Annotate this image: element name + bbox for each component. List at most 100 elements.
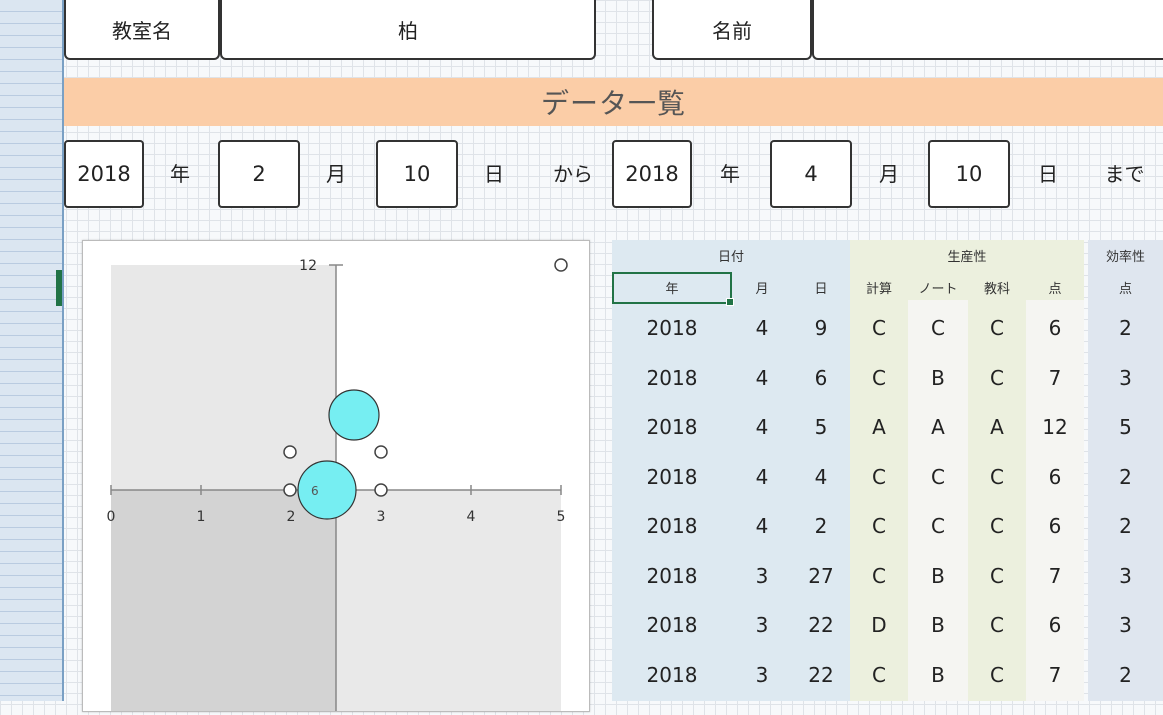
cell-year[interactable]: 2018: [612, 502, 732, 550]
cell-day[interactable]: 22: [792, 601, 850, 649]
cell-note[interactable]: B: [908, 552, 968, 600]
cell-month[interactable]: 3: [734, 552, 790, 600]
cell-eff-score[interactable]: 3: [1088, 552, 1163, 600]
cell-month[interactable]: 3: [734, 601, 790, 649]
class-label-box: 教室名: [64, 0, 220, 60]
cell-eff-score[interactable]: 2: [1088, 304, 1163, 352]
cell-score[interactable]: 7: [1026, 552, 1084, 600]
cell-day[interactable]: 22: [792, 651, 850, 699]
from-year-value: 2018: [77, 162, 131, 186]
day-label-1: 日: [484, 161, 504, 186]
cell-score[interactable]: 12: [1026, 403, 1084, 451]
cell-day[interactable]: 4: [792, 453, 850, 501]
cell-calc[interactable]: C: [850, 354, 908, 402]
cell-score[interactable]: 6: [1026, 304, 1084, 352]
cell-year[interactable]: 2018: [612, 304, 732, 352]
handle-inner-bottom-right[interactable]: [374, 483, 388, 497]
cell-calc[interactable]: A: [850, 403, 908, 451]
year-label-1: 年: [170, 161, 190, 186]
cell-month[interactable]: 4: [734, 403, 790, 451]
cell-month[interactable]: 4: [734, 354, 790, 402]
subheader-note: ノート: [918, 281, 958, 297]
cell-calc[interactable]: C: [850, 502, 908, 550]
cell-year[interactable]: 2018: [612, 552, 732, 600]
cell-textbook[interactable]: C: [968, 601, 1026, 649]
x-tick-label-0: 0: [107, 509, 116, 525]
cell-calc[interactable]: D: [850, 601, 908, 649]
cell-day[interactable]: 2: [792, 502, 850, 550]
cell-textbook[interactable]: C: [968, 552, 1026, 600]
bubble-2[interactable]: [328, 389, 380, 441]
cell-calc[interactable]: C: [850, 651, 908, 699]
to-day-field[interactable]: 10: [928, 140, 1010, 208]
cell-eff-score[interactable]: 2: [1088, 502, 1163, 550]
cell-eff-score[interactable]: 5: [1088, 403, 1163, 451]
cell-note[interactable]: A: [908, 403, 968, 451]
cell-day[interactable]: 27: [792, 552, 850, 600]
group-header-productivity: 生産性: [947, 250, 987, 265]
subheader-textbook: 教科: [983, 281, 1010, 297]
from-month-field[interactable]: 2: [218, 140, 300, 208]
bubble-1[interactable]: [297, 460, 357, 520]
data-table: 日付 生産性 効率性 年 月 日 計算 ノート 教科 点 点 2018 4 9 C C C…: [612, 240, 1163, 701]
handle-inner-bottom-left[interactable]: [283, 483, 297, 497]
cell-eff-score[interactable]: 2: [1088, 453, 1163, 501]
year-label-2: 年: [720, 161, 740, 186]
cell-score[interactable]: 6: [1026, 453, 1084, 501]
cell-textbook[interactable]: C: [968, 304, 1026, 352]
x-tick-label-2: 2: [287, 509, 296, 525]
month-label-1: 月: [326, 161, 346, 186]
cell-textbook[interactable]: C: [968, 354, 1026, 402]
cell-note[interactable]: C: [908, 453, 968, 501]
cell-eff-score[interactable]: 3: [1088, 354, 1163, 402]
cell-score[interactable]: 7: [1026, 354, 1084, 402]
cell-year[interactable]: 2018: [612, 354, 732, 402]
cell-textbook[interactable]: C: [968, 651, 1026, 699]
cell-eff-score[interactable]: 3: [1088, 601, 1163, 649]
from-day-field[interactable]: 10: [376, 140, 458, 208]
name-value-field[interactable]: [812, 0, 1163, 60]
cell-day[interactable]: 9: [792, 304, 850, 352]
to-month-field[interactable]: 4: [770, 140, 852, 208]
class-value-field[interactable]: 柏: [220, 0, 596, 60]
row-header-strip[interactable]: [0, 0, 64, 701]
selected-row-marker: [56, 270, 62, 306]
cell-textbook[interactable]: A: [968, 403, 1026, 451]
cell-score[interactable]: 6: [1026, 601, 1084, 649]
cell-year[interactable]: 2018: [612, 601, 732, 649]
cell-eff-score[interactable]: 2: [1088, 651, 1163, 699]
date-range-row: 2018 年 2 月 10 日 から 2018 年 4 月 10 日 まで: [64, 138, 1163, 210]
cell-year[interactable]: 2018: [612, 403, 732, 451]
cell-note[interactable]: C: [908, 502, 968, 550]
cell-note[interactable]: B: [908, 601, 968, 649]
cell-month[interactable]: 4: [734, 304, 790, 352]
cell-calc[interactable]: C: [850, 453, 908, 501]
cell-textbook[interactable]: C: [968, 453, 1026, 501]
cell-note[interactable]: C: [908, 304, 968, 352]
cell-day[interactable]: 6: [792, 354, 850, 402]
cell-score[interactable]: 7: [1026, 651, 1084, 699]
cell-calc[interactable]: C: [850, 552, 908, 600]
to-year-field[interactable]: 2018: [612, 140, 692, 208]
cell-note[interactable]: B: [908, 651, 968, 699]
cell-month[interactable]: 3: [734, 651, 790, 699]
cell-day[interactable]: 5: [792, 403, 850, 451]
cell-month[interactable]: 4: [734, 502, 790, 550]
cell-calc[interactable]: C: [850, 304, 908, 352]
cell-year[interactable]: 2018: [612, 453, 732, 501]
from-year-field[interactable]: 2018: [64, 140, 144, 208]
cell-year[interactable]: 2018: [612, 651, 732, 699]
x-tick-label-5: 5: [557, 509, 566, 525]
y-axis-top-label: 12: [299, 258, 317, 274]
handle-inner-right[interactable]: [374, 445, 388, 459]
cell-score[interactable]: 6: [1026, 502, 1084, 550]
handle-top-right[interactable]: [554, 258, 568, 272]
to-month-value: 4: [804, 162, 818, 186]
to-label: まで: [1104, 161, 1145, 186]
cell-textbook[interactable]: C: [968, 502, 1026, 550]
cell-month[interactable]: 4: [734, 453, 790, 501]
cell-note[interactable]: B: [908, 354, 968, 402]
banner-title: データ一覧: [540, 87, 686, 120]
handle-inner-left[interactable]: [283, 445, 297, 459]
bubble-chart-panel[interactable]: 12 012345 6: [82, 240, 590, 712]
